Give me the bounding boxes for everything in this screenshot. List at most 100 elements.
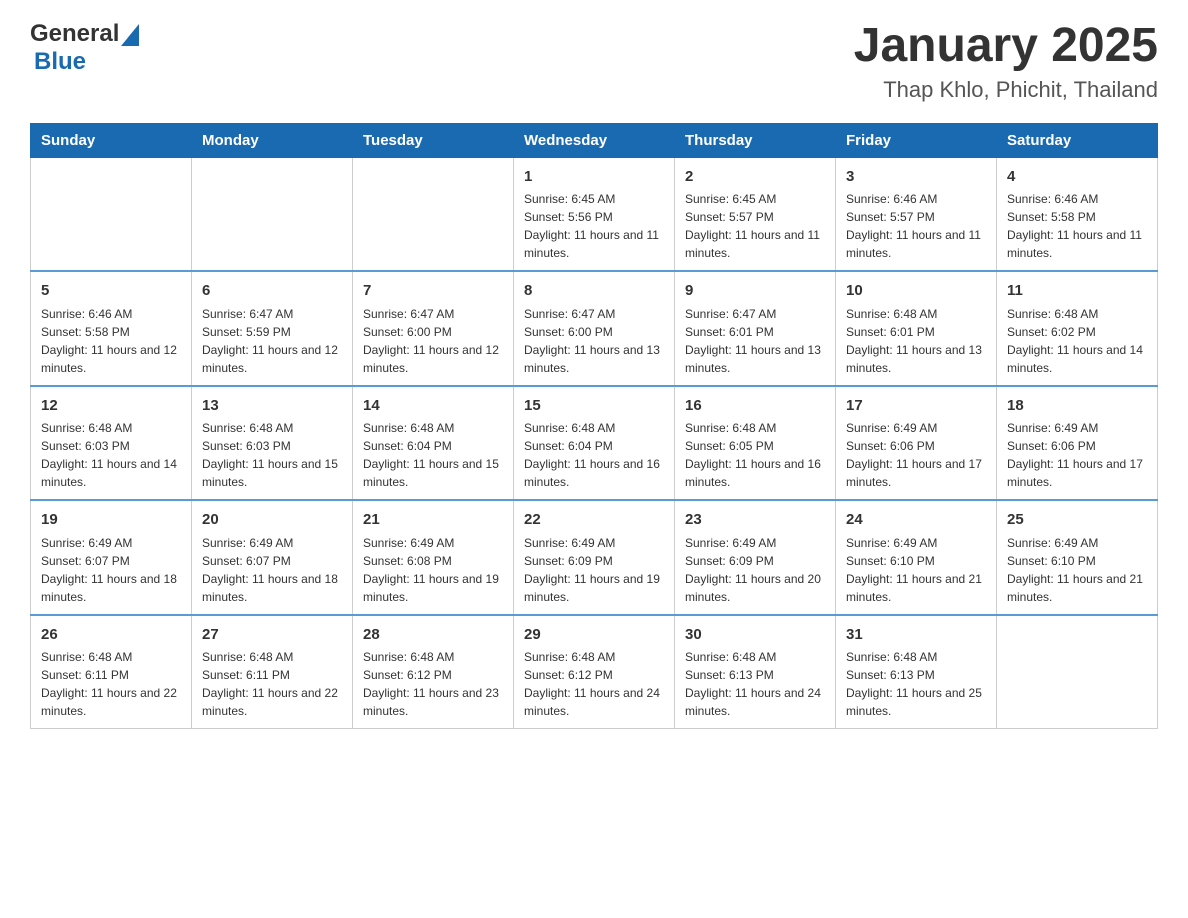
day-info: Sunrise: 6:48 AMSunset: 6:12 PMDaylight:… [363,648,503,720]
calendar-day-cell: 7Sunrise: 6:47 AMSunset: 6:00 PMDaylight… [353,271,514,386]
day-number: 25 [1007,509,1147,532]
day-of-week-header: Friday [836,123,997,157]
calendar-day-cell: 2Sunrise: 6:45 AMSunset: 5:57 PMDaylight… [675,157,836,271]
day-of-week-header: Thursday [675,123,836,157]
calendar-week-row: 19Sunrise: 6:49 AMSunset: 6:07 PMDayligh… [31,500,1158,615]
calendar-table: SundayMondayTuesdayWednesdayThursdayFrid… [30,123,1158,730]
day-of-week-header: Tuesday [353,123,514,157]
day-number: 3 [846,166,986,189]
day-info: Sunrise: 6:45 AMSunset: 5:56 PMDaylight:… [524,190,664,262]
day-number: 18 [1007,395,1147,418]
calendar-day-cell: 28Sunrise: 6:48 AMSunset: 6:12 PMDayligh… [353,615,514,729]
calendar-day-cell: 24Sunrise: 6:49 AMSunset: 6:10 PMDayligh… [836,500,997,615]
day-info: Sunrise: 6:49 AMSunset: 6:10 PMDaylight:… [1007,534,1147,606]
calendar-day-cell: 3Sunrise: 6:46 AMSunset: 5:57 PMDaylight… [836,157,997,271]
logo-text-general: General [30,20,119,48]
calendar-week-row: 26Sunrise: 6:48 AMSunset: 6:11 PMDayligh… [31,615,1158,729]
calendar-day-cell [353,157,514,271]
day-info: Sunrise: 6:47 AMSunset: 6:01 PMDaylight:… [685,305,825,377]
calendar-day-cell: 8Sunrise: 6:47 AMSunset: 6:00 PMDaylight… [514,271,675,386]
calendar-day-cell [192,157,353,271]
day-number: 17 [846,395,986,418]
logo: General Blue [30,20,139,76]
day-of-week-header: Saturday [997,123,1158,157]
day-number: 30 [685,624,825,647]
calendar-day-cell: 22Sunrise: 6:49 AMSunset: 6:09 PMDayligh… [514,500,675,615]
calendar-day-cell: 11Sunrise: 6:48 AMSunset: 6:02 PMDayligh… [997,271,1158,386]
day-number: 12 [41,395,181,418]
calendar-week-row: 5Sunrise: 6:46 AMSunset: 5:58 PMDaylight… [31,271,1158,386]
calendar-day-cell: 19Sunrise: 6:49 AMSunset: 6:07 PMDayligh… [31,500,192,615]
day-number: 5 [41,280,181,303]
day-number: 26 [41,624,181,647]
calendar-day-cell: 27Sunrise: 6:48 AMSunset: 6:11 PMDayligh… [192,615,353,729]
calendar-day-cell: 1Sunrise: 6:45 AMSunset: 5:56 PMDaylight… [514,157,675,271]
day-info: Sunrise: 6:49 AMSunset: 6:09 PMDaylight:… [524,534,664,606]
day-info: Sunrise: 6:46 AMSunset: 5:57 PMDaylight:… [846,190,986,262]
logo-triangle-icon [121,24,139,46]
day-info: Sunrise: 6:49 AMSunset: 6:07 PMDaylight:… [41,534,181,606]
day-info: Sunrise: 6:48 AMSunset: 6:05 PMDaylight:… [685,419,825,491]
day-number: 9 [685,280,825,303]
day-info: Sunrise: 6:49 AMSunset: 6:10 PMDaylight:… [846,534,986,606]
calendar-header: SundayMondayTuesdayWednesdayThursdayFrid… [31,123,1158,157]
calendar-day-cell: 14Sunrise: 6:48 AMSunset: 6:04 PMDayligh… [353,386,514,501]
header-row: SundayMondayTuesdayWednesdayThursdayFrid… [31,123,1158,157]
calendar-day-cell: 4Sunrise: 6:46 AMSunset: 5:58 PMDaylight… [997,157,1158,271]
day-info: Sunrise: 6:48 AMSunset: 6:12 PMDaylight:… [524,648,664,720]
day-number: 23 [685,509,825,532]
day-info: Sunrise: 6:49 AMSunset: 6:07 PMDaylight:… [202,534,342,606]
day-number: 28 [363,624,503,647]
day-info: Sunrise: 6:48 AMSunset: 6:04 PMDaylight:… [363,419,503,491]
day-info: Sunrise: 6:48 AMSunset: 6:01 PMDaylight:… [846,305,986,377]
calendar-week-row: 1Sunrise: 6:45 AMSunset: 5:56 PMDaylight… [31,157,1158,271]
day-info: Sunrise: 6:48 AMSunset: 6:13 PMDaylight:… [685,648,825,720]
day-info: Sunrise: 6:45 AMSunset: 5:57 PMDaylight:… [685,190,825,262]
calendar-subtitle: Thap Khlo, Phichit, Thailand [854,77,1158,103]
calendar-day-cell: 21Sunrise: 6:49 AMSunset: 6:08 PMDayligh… [353,500,514,615]
day-number: 8 [524,280,664,303]
day-number: 6 [202,280,342,303]
calendar-day-cell [31,157,192,271]
day-info: Sunrise: 6:47 AMSunset: 5:59 PMDaylight:… [202,305,342,377]
day-number: 1 [524,166,664,189]
calendar-day-cell: 5Sunrise: 6:46 AMSunset: 5:58 PMDaylight… [31,271,192,386]
day-info: Sunrise: 6:48 AMSunset: 6:04 PMDaylight:… [524,419,664,491]
calendar-day-cell: 6Sunrise: 6:47 AMSunset: 5:59 PMDaylight… [192,271,353,386]
day-number: 21 [363,509,503,532]
day-info: Sunrise: 6:49 AMSunset: 6:09 PMDaylight:… [685,534,825,606]
day-number: 20 [202,509,342,532]
calendar-day-cell: 12Sunrise: 6:48 AMSunset: 6:03 PMDayligh… [31,386,192,501]
calendar-day-cell [997,615,1158,729]
calendar-day-cell: 13Sunrise: 6:48 AMSunset: 6:03 PMDayligh… [192,386,353,501]
day-number: 10 [846,280,986,303]
day-number: 2 [685,166,825,189]
day-info: Sunrise: 6:48 AMSunset: 6:11 PMDaylight:… [202,648,342,720]
day-of-week-header: Monday [192,123,353,157]
day-of-week-header: Wednesday [514,123,675,157]
day-info: Sunrise: 6:47 AMSunset: 6:00 PMDaylight:… [363,305,503,377]
day-number: 16 [685,395,825,418]
day-number: 22 [524,509,664,532]
calendar-day-cell: 10Sunrise: 6:48 AMSunset: 6:01 PMDayligh… [836,271,997,386]
day-info: Sunrise: 6:49 AMSunset: 6:08 PMDaylight:… [363,534,503,606]
day-info: Sunrise: 6:48 AMSunset: 6:11 PMDaylight:… [41,648,181,720]
calendar-day-cell: 17Sunrise: 6:49 AMSunset: 6:06 PMDayligh… [836,386,997,501]
day-number: 7 [363,280,503,303]
day-number: 29 [524,624,664,647]
page-header: General Blue January 2025 Thap Khlo, Phi… [30,20,1158,103]
day-of-week-header: Sunday [31,123,192,157]
calendar-day-cell: 20Sunrise: 6:49 AMSunset: 6:07 PMDayligh… [192,500,353,615]
day-number: 19 [41,509,181,532]
day-number: 4 [1007,166,1147,189]
calendar-day-cell: 26Sunrise: 6:48 AMSunset: 6:11 PMDayligh… [31,615,192,729]
day-info: Sunrise: 6:46 AMSunset: 5:58 PMDaylight:… [41,305,181,377]
day-info: Sunrise: 6:48 AMSunset: 6:03 PMDaylight:… [202,419,342,491]
calendar-week-row: 12Sunrise: 6:48 AMSunset: 6:03 PMDayligh… [31,386,1158,501]
day-info: Sunrise: 6:46 AMSunset: 5:58 PMDaylight:… [1007,190,1147,262]
day-info: Sunrise: 6:48 AMSunset: 6:03 PMDaylight:… [41,419,181,491]
day-info: Sunrise: 6:49 AMSunset: 6:06 PMDaylight:… [1007,419,1147,491]
day-info: Sunrise: 6:48 AMSunset: 6:02 PMDaylight:… [1007,305,1147,377]
calendar-day-cell: 15Sunrise: 6:48 AMSunset: 6:04 PMDayligh… [514,386,675,501]
title-area: January 2025 Thap Khlo, Phichit, Thailan… [854,20,1158,103]
